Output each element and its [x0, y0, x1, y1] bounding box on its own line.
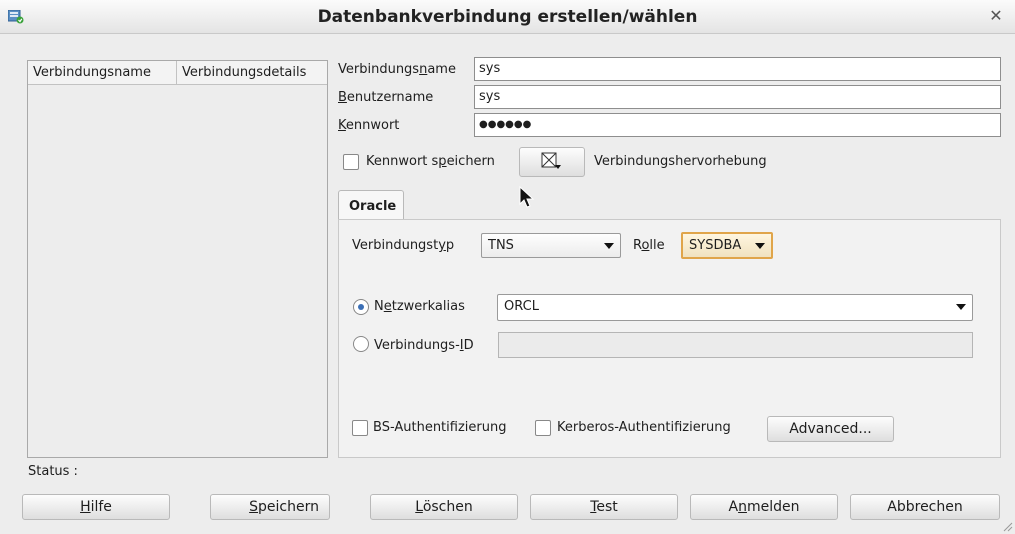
role-select[interactable]: SYSDBA [681, 232, 773, 259]
connection-highlight-label: Verbindungshervorhebung [594, 154, 767, 169]
network-alias-select[interactable]: ORCL [497, 294, 973, 321]
connection-list-header: Verbindungsname Verbindungsdetails [28, 61, 327, 85]
color-picker-icon [541, 152, 561, 169]
os-auth-checkbox[interactable] [352, 420, 368, 436]
dropdown-arrow-icon [956, 304, 966, 310]
network-alias-label[interactable]: Netzwerkalias [374, 299, 465, 314]
column-header-connection-name[interactable]: Verbindungsname [28, 61, 177, 84]
connection-list[interactable]: Verbindungsname Verbindungsdetails [27, 60, 328, 458]
cancel-button[interactable]: Abbrechen [850, 494, 1000, 520]
connection-name-label: Verbindungsname [338, 62, 456, 77]
connection-id-radio[interactable] [353, 336, 369, 352]
title-bar: Datenbankverbindung erstellen/wählen ✕ [0, 0, 1015, 34]
connection-id-input[interactable] [498, 332, 973, 358]
advanced-button[interactable]: Advanced... [767, 416, 894, 442]
connection-type-label: Verbindungstyp [352, 238, 455, 253]
status-label: Status : [28, 464, 78, 479]
connect-button[interactable]: Anmelden [690, 494, 838, 520]
save-button[interactable]: Speichern [210, 494, 330, 520]
save-password-checkbox[interactable] [343, 154, 359, 170]
password-label: Kennwort [338, 118, 400, 133]
dropdown-arrow-icon [755, 243, 765, 249]
os-auth-label[interactable]: BS-Authentifizierung [373, 420, 506, 435]
username-input[interactable]: sys [474, 85, 1001, 109]
dropdown-arrow-icon [604, 243, 614, 249]
window-title: Datenbankverbindung erstellen/wählen [317, 7, 698, 27]
username-label: Benutzername [338, 90, 434, 105]
connection-type-select[interactable]: TNS [481, 233, 621, 258]
role-label: Rolle [633, 238, 665, 253]
tab-oracle[interactable]: Oracle [338, 190, 404, 220]
kerberos-auth-checkbox[interactable] [535, 420, 551, 436]
password-input[interactable]: ●●●●●● [474, 113, 1001, 137]
mouse-cursor-icon [519, 186, 535, 208]
close-icon[interactable]: ✕ [987, 7, 1005, 25]
help-button[interactable]: Hilfe [22, 494, 170, 520]
connection-highlight-button[interactable] [519, 147, 585, 177]
column-header-connection-details[interactable]: Verbindungsdetails [177, 61, 327, 84]
test-button[interactable]: Test [530, 494, 678, 520]
connection-name-input[interactable]: sys [474, 57, 1001, 81]
delete-button[interactable]: Löschen [370, 494, 518, 520]
connection-id-label[interactable]: Verbindungs-ID [374, 338, 474, 353]
resize-grip-icon[interactable] [1001, 520, 1013, 532]
network-alias-radio[interactable] [353, 299, 369, 315]
save-password-label[interactable]: Kennwort speichern [366, 154, 495, 169]
kerberos-auth-label[interactable]: Kerberos-Authentifizierung [557, 420, 731, 435]
